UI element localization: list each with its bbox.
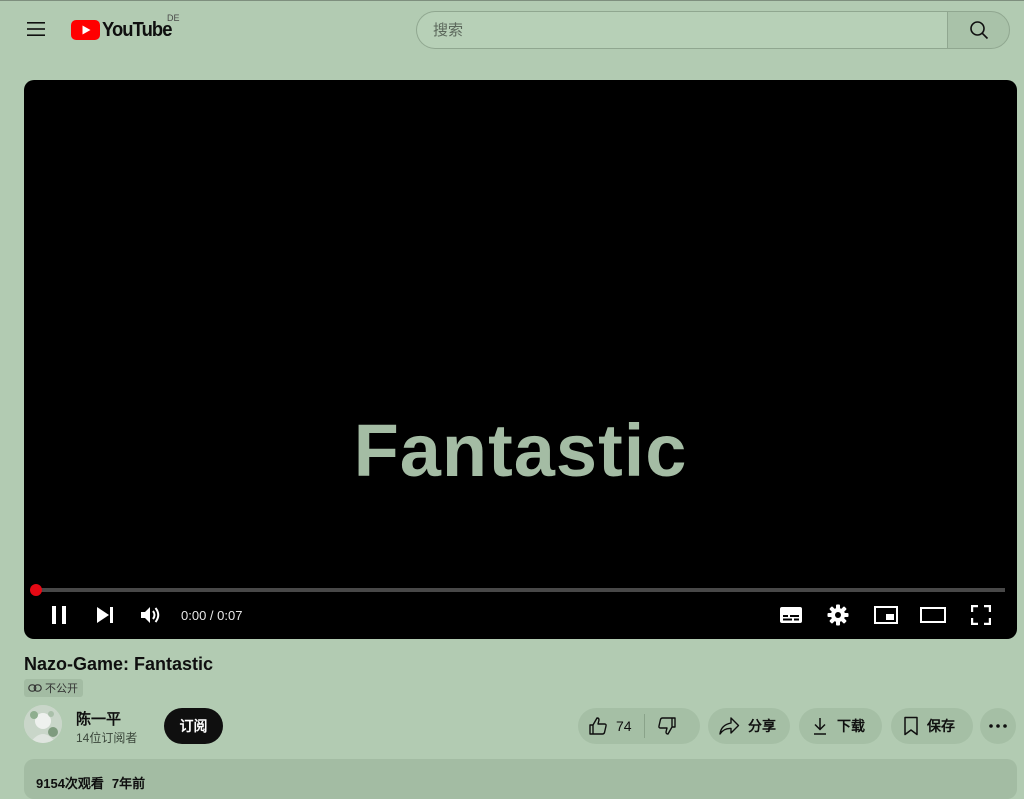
privacy-badge: 不公开 [24,679,83,697]
save-button[interactable]: 保存 [891,708,973,744]
pause-icon [52,606,66,624]
avatar-image [24,705,62,743]
search-input[interactable] [416,11,948,49]
channel-avatar[interactable] [24,705,62,743]
volume-icon [141,607,160,623]
like-button[interactable]: 74 [588,714,645,738]
bookmark-icon [904,716,918,736]
settings-button[interactable] [823,601,853,629]
next-button[interactable] [90,601,120,629]
progress-scrubber[interactable] [30,584,42,596]
search-bar [416,11,1010,49]
share-icon [719,717,740,735]
search-button[interactable] [947,11,1010,49]
masthead: YouTube DE [0,0,1024,58]
miniplayer-icon [874,606,898,624]
subtitles-icon [780,607,802,623]
channel-name[interactable]: 陈一平 [76,708,121,729]
view-count: 9154次观看 [36,776,104,791]
youtube-wordmark: YouTube [102,18,172,41]
video-player[interactable]: Fantastic 0:00 / 0:07 [24,80,1017,639]
download-icon [814,718,826,735]
time-display: 0:00 / 0:07 [181,608,243,623]
progress-bar[interactable] [30,584,1005,596]
fullscreen-icon [971,605,991,625]
thumbs-down-icon [657,717,676,735]
country-code: DE [167,13,180,23]
download-button[interactable]: 下载 [799,708,882,744]
privacy-label: 不公开 [45,683,78,695]
description-box[interactable]: 9154次观看 7年前 [24,759,1017,799]
like-dislike-group: 74 [578,708,700,744]
share-button[interactable]: 分享 [708,708,790,744]
subscribe-button[interactable]: 订阅 [164,708,223,744]
download-label: 下载 [837,718,865,734]
share-label: 分享 [748,718,776,734]
menu-button[interactable] [20,13,52,45]
gear-icon [827,604,849,626]
like-count: 74 [616,718,632,734]
description-meta: 9154次观看 7年前 [36,773,145,792]
skip-next-icon [97,607,113,623]
theater-mode-icon [920,607,946,623]
hamburger-menu-icon [27,22,45,36]
pause-button[interactable] [44,601,74,629]
dislike-button[interactable] [645,716,677,736]
more-actions-button[interactable] [980,708,1016,744]
youtube-play-logo-icon [71,20,100,40]
save-label: 保存 [927,718,955,734]
subtitles-button[interactable] [776,601,806,629]
link-icon [28,684,42,692]
video-title: Nazo-Game: Fantastic [24,654,214,674]
video-frame-text: Fantastic [353,409,688,492]
subscriber-count: 14位订阅者 [76,731,138,745]
thumbs-up-icon [589,717,607,735]
theater-mode-button[interactable] [918,601,948,629]
upload-age: 7年前 [111,776,146,791]
youtube-logo[interactable]: YouTube DE [71,13,180,43]
more-horizontal-icon [989,724,1007,728]
miniplayer-button[interactable] [871,601,901,629]
fullscreen-button[interactable] [966,601,996,629]
search-icon [969,21,988,40]
mute-button[interactable] [136,601,166,629]
